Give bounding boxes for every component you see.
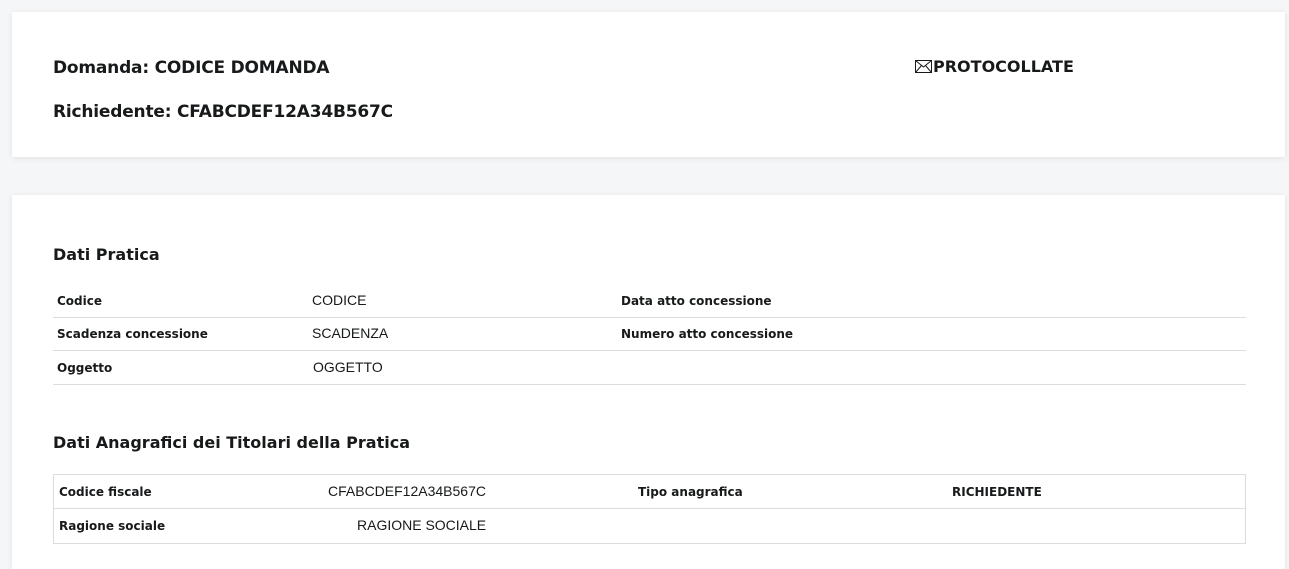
field-value: CFABCDEF12A34B567C [328, 483, 486, 499]
domanda-label: Domanda: [53, 58, 149, 78]
domanda-value: CODICE DOMANDA [154, 58, 330, 78]
field-value: CODICE [312, 292, 367, 308]
richiedente-line: Richiedente: CFABCDEF12A34B567C [53, 102, 393, 122]
header-card: Domanda: CODICE DOMANDA Richiedente: CFA… [12, 12, 1285, 157]
table-row: Codice fiscale CFABCDEF12A34B567C Tipo a… [54, 475, 1245, 509]
field-label: Scadenza concessione [57, 327, 208, 341]
field-label: Ragione sociale [59, 519, 166, 533]
field-value: RAGIONE SOCIALE [357, 517, 487, 533]
field-value: SCADENZA [312, 325, 389, 341]
status-badge: PROTOCOLLATE [915, 57, 1074, 76]
richiedente-value: CFABCDEF12A34B567C [177, 102, 393, 122]
table-row: Scadenza concessione SCADENZA Numero att… [53, 317, 1246, 351]
table-row: Codice CODICE Data atto concessione [53, 284, 1246, 318]
field-value: RICHIEDENTE [952, 485, 1042, 499]
field-label: Data atto concessione [621, 294, 772, 308]
status-label: PROTOCOLLATE [933, 57, 1074, 76]
field-label: Tipo anagrafica [638, 485, 743, 499]
anagrafica-table: Codice fiscale CFABCDEF12A34B567C Tipo a… [53, 474, 1246, 544]
envelope-icon [915, 60, 932, 73]
section-title-dati-pratica: Dati Pratica [53, 245, 160, 264]
field-value: OGGETTO [313, 359, 383, 375]
richiedente-label: Richiedente: [53, 102, 172, 122]
table-row: Oggetto OGGETTO [53, 351, 1246, 385]
section-title-dati-anagrafici: Dati Anagrafici dei Titolari della Prati… [53, 433, 410, 452]
field-label: Oggetto [57, 361, 113, 375]
field-label: Numero atto concessione [621, 327, 794, 341]
main-card: Dati Pratica Codice CODICE Data atto con… [12, 195, 1285, 569]
table-row: Ragione sociale RAGIONE SOCIALE [54, 509, 1245, 542]
domanda-line: Domanda: CODICE DOMANDA [53, 58, 330, 78]
field-label: Codice fiscale [59, 485, 152, 499]
field-label: Codice [57, 294, 103, 308]
